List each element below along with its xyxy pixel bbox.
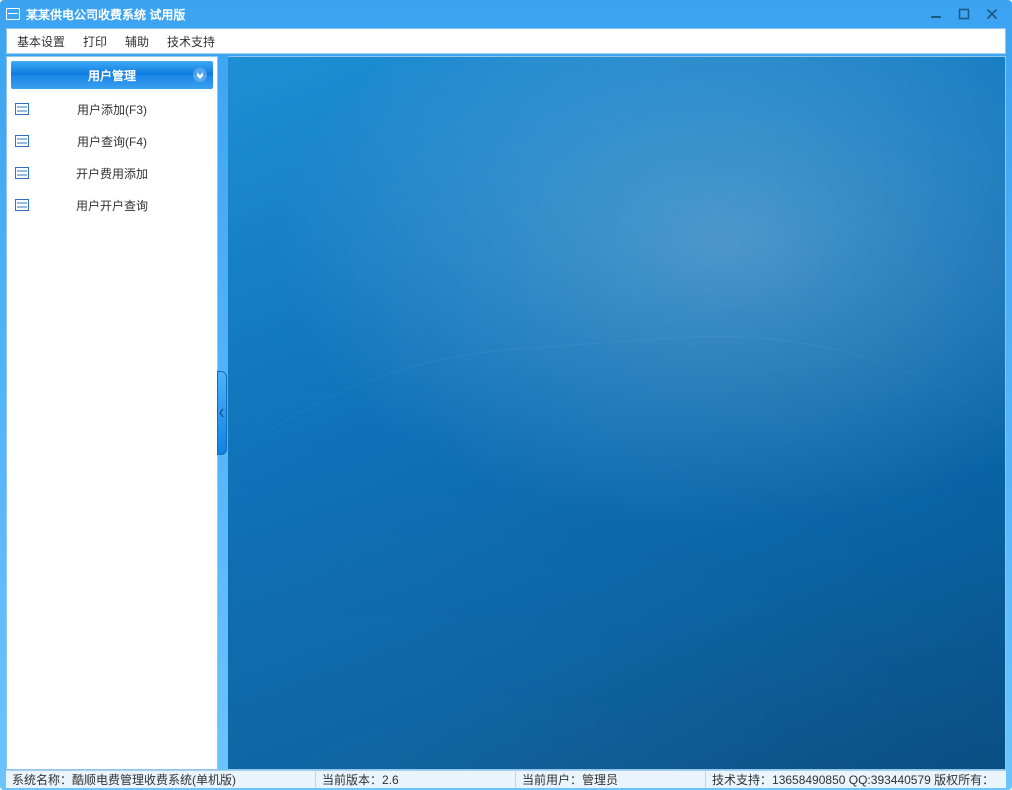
app-icon <box>6 8 20 20</box>
status-label: 技术支持： <box>712 771 772 788</box>
menu-item-assist[interactable]: 辅助 <box>125 33 149 50</box>
title-bar[interactable]: 某某供电公司收费系统 试用版 <box>0 0 1012 28</box>
menu-bar: 基本设置 打印 辅助 技术支持 <box>6 28 1006 54</box>
status-value: 管理员 <box>582 771 618 788</box>
sidebar-item-label: 开户费用添加 <box>29 165 209 182</box>
window-controls <box>922 5 1006 23</box>
menu-item-basic-settings[interactable]: 基本设置 <box>17 33 65 50</box>
status-version: 当前版本： 2.6 <box>316 771 516 788</box>
menu-item-print[interactable]: 打印 <box>83 33 107 50</box>
collapse-handle-icon <box>217 371 227 455</box>
form-icon <box>15 199 29 211</box>
form-icon <box>15 103 29 115</box>
client-area: 用户管理 用户添加(F3) 用户查询(F4) 开户费用添加 <box>6 56 1006 770</box>
sidebar: 用户管理 用户添加(F3) 用户查询(F4) 开户费用添加 <box>6 56 218 770</box>
status-label: 系统名称： <box>12 771 72 788</box>
status-value: 2.6 <box>382 773 399 787</box>
sidebar-header-user-management[interactable]: 用户管理 <box>11 61 213 89</box>
sidebar-item-open-fee-add[interactable]: 开户费用添加 <box>7 157 217 189</box>
form-icon <box>15 135 29 147</box>
status-value: 13658490850 QQ:393440579 版权所有： <box>772 771 994 788</box>
sidebar-list: 用户添加(F3) 用户查询(F4) 开户费用添加 用户开户查询 <box>7 93 217 769</box>
main-desktop-area <box>228 56 1006 770</box>
minimize-button[interactable] <box>922 5 950 23</box>
sidebar-item-label: 用户开户查询 <box>29 197 209 214</box>
sidebar-item-label: 用户查询(F4) <box>29 133 209 150</box>
sidebar-item-label: 用户添加(F3) <box>29 101 209 118</box>
menu-item-tech-support[interactable]: 技术支持 <box>167 33 215 50</box>
status-system-name: 系统名称： 酷顺电费管理收费系统(单机版) <box>6 771 316 788</box>
form-icon <box>15 167 29 179</box>
sidebar-item-user-query[interactable]: 用户查询(F4) <box>7 125 217 157</box>
status-bar: 系统名称： 酷顺电费管理收费系统(单机版) 当前版本： 2.6 当前用户： 管理… <box>6 770 1006 788</box>
window-title: 某某供电公司收费系统 试用版 <box>26 6 185 23</box>
maximize-button[interactable] <box>950 5 978 23</box>
sidebar-item-user-open-query[interactable]: 用户开户查询 <box>7 189 217 221</box>
app-window: 某某供电公司收费系统 试用版 基本设置 打印 辅助 技术支持 用户管理 <box>0 0 1012 790</box>
close-button[interactable] <box>978 5 1006 23</box>
status-support: 技术支持： 13658490850 QQ:393440579 版权所有： <box>706 771 1006 788</box>
chevron-down-icon <box>193 68 207 82</box>
sidebar-header-label: 用户管理 <box>88 67 136 84</box>
sidebar-collapse-grip[interactable] <box>218 56 228 770</box>
status-label: 当前版本： <box>322 771 382 788</box>
status-current-user: 当前用户： 管理员 <box>516 771 706 788</box>
status-label: 当前用户： <box>522 771 582 788</box>
sidebar-item-user-add[interactable]: 用户添加(F3) <box>7 93 217 125</box>
status-value: 酷顺电费管理收费系统(单机版) <box>72 771 236 788</box>
